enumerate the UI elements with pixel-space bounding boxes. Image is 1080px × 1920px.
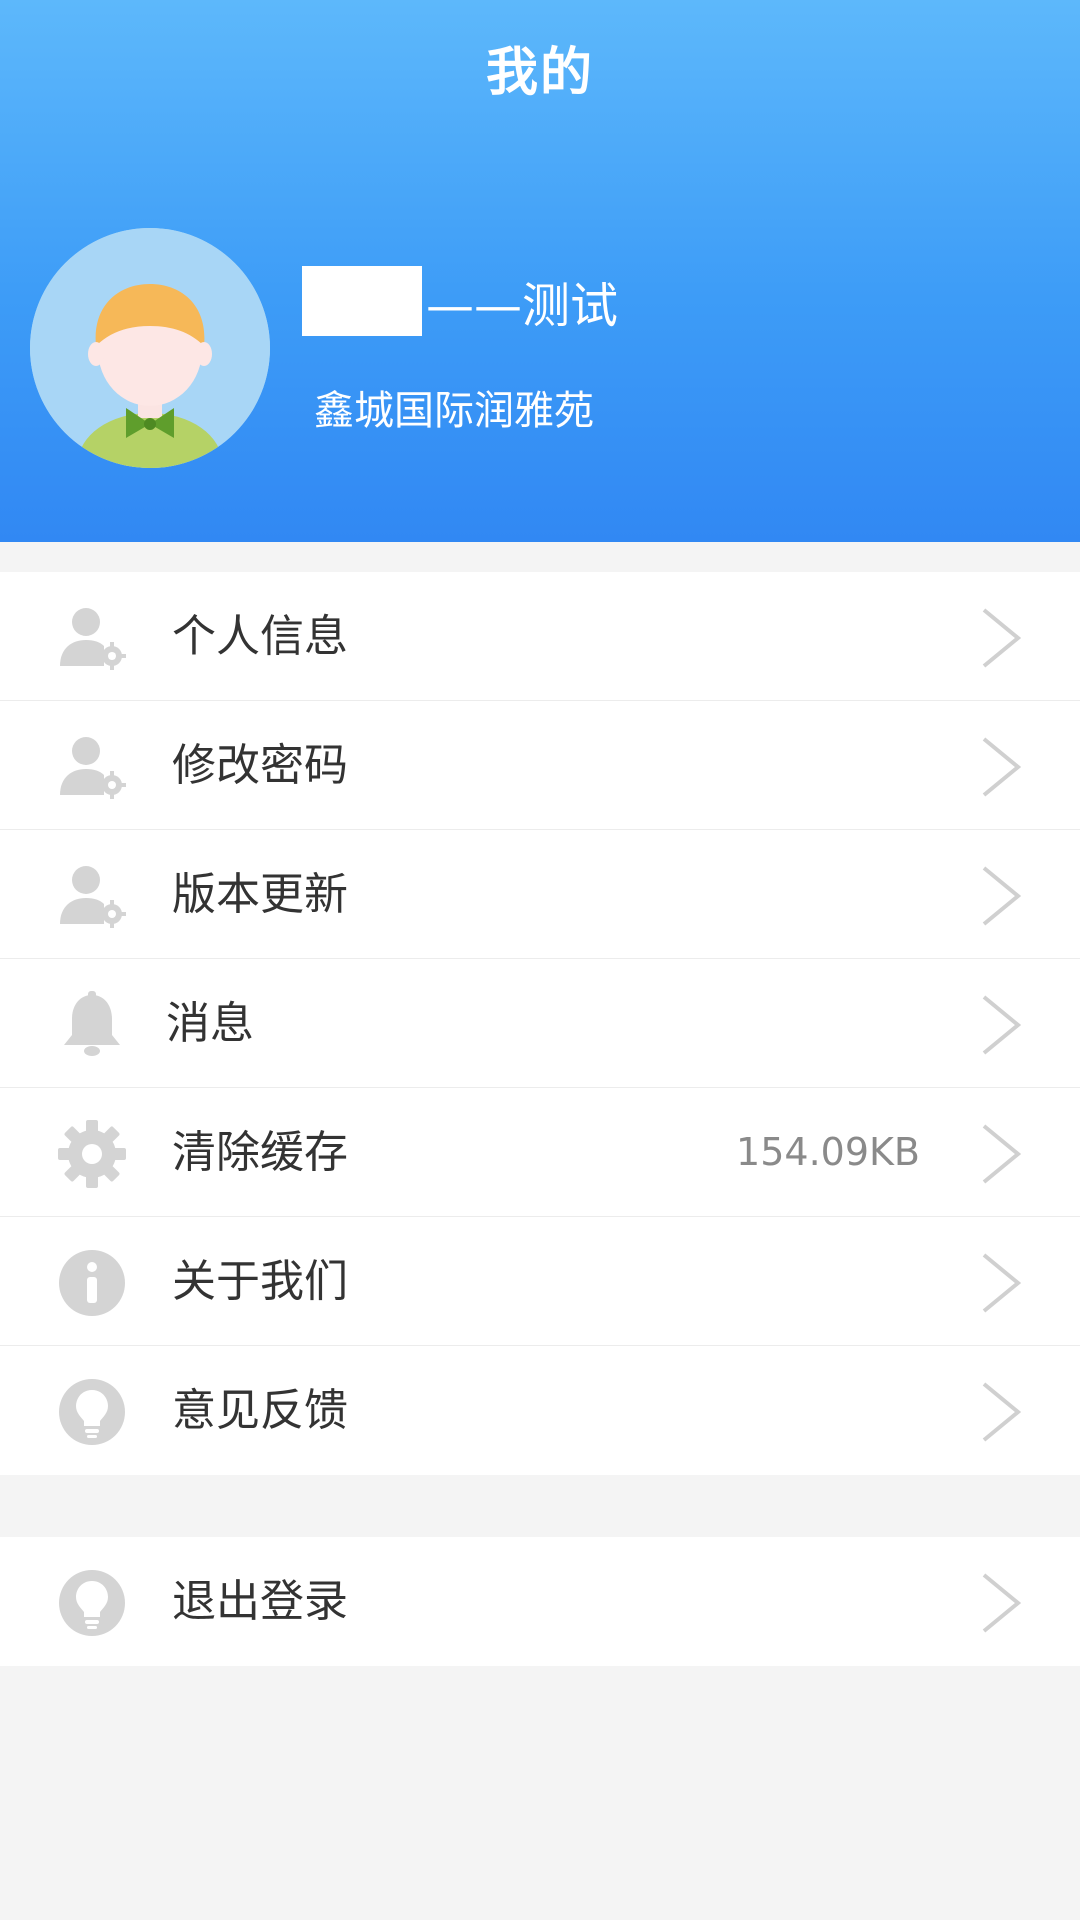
menu-item-label: 关于我们 (172, 1256, 348, 1307)
chevron-right-icon (978, 735, 1024, 799)
chevron-right-icon (978, 606, 1024, 670)
bell-icon (58, 991, 126, 1059)
menu-item-label: 清除缓存 (172, 1127, 348, 1178)
redacted-name-block (302, 266, 422, 336)
chevron-right-icon (978, 1380, 1024, 1444)
menu-item-label: 个人信息 (172, 611, 348, 662)
cache-size-value: 154.09KB (736, 1130, 920, 1174)
menu-item-label: 版本更新 (172, 869, 348, 920)
menu-item-change-password[interactable]: 修改密码 (0, 701, 1080, 830)
user-settings-icon (58, 862, 126, 930)
avatar[interactable] (30, 228, 270, 468)
avatar-illustration (30, 228, 270, 468)
page-title: 我的 (485, 43, 594, 103)
user-name-row: ——测试 (302, 266, 618, 336)
chevron-right-icon (978, 993, 1024, 1057)
menu-item-label: 意见反馈 (172, 1385, 348, 1436)
menu-item-about-us[interactable]: 关于我们 (0, 1217, 1080, 1346)
menu-item-label: 修改密码 (172, 740, 348, 791)
menu-item-version-update[interactable]: 版本更新 (0, 830, 1080, 959)
info-icon (58, 1249, 126, 1317)
menu-item-personal-info[interactable]: 个人信息 (0, 572, 1080, 701)
chevron-right-icon (978, 1571, 1024, 1635)
lightbulb-icon (58, 1569, 126, 1637)
user-settings-icon (58, 604, 126, 672)
user-settings-icon (58, 733, 126, 801)
community-name: 鑫城国际润雅苑 (314, 388, 594, 434)
menu-item-logout[interactable]: 退出登录 (0, 1537, 1080, 1666)
chevron-right-icon (978, 1251, 1024, 1315)
logout-section: 退出登录 (0, 1537, 1080, 1666)
chevron-right-icon (978, 864, 1024, 928)
menu-item-feedback[interactable]: 意见反馈 (0, 1346, 1080, 1475)
profile-header: 我的 ——测试 鑫城国际润雅苑 (0, 0, 1080, 542)
logout-label: 退出登录 (172, 1576, 348, 1627)
gear-icon (58, 1120, 126, 1188)
settings-menu: 个人信息 修改密码 版本更新 消息 清除缓存 154.09KB 关于我们 意见反… (0, 572, 1080, 1475)
menu-item-messages[interactable]: 消息 (0, 959, 1080, 1088)
user-name-suffix: ——测试 (426, 278, 619, 334)
chevron-right-icon (978, 1122, 1024, 1186)
lightbulb-icon (58, 1378, 126, 1446)
menu-item-clear-cache[interactable]: 清除缓存 154.09KB (0, 1088, 1080, 1217)
menu-item-label: 消息 (166, 998, 254, 1049)
